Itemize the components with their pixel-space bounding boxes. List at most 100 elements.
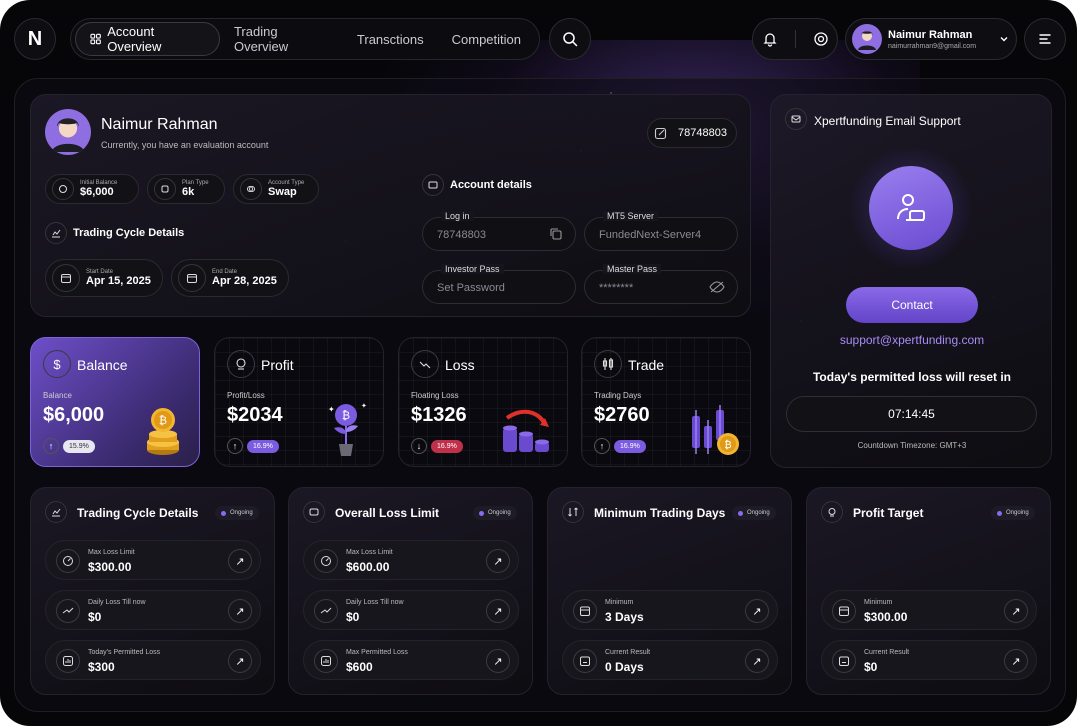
trend-icon bbox=[56, 599, 80, 623]
arrow-up-right-icon[interactable]: ↗ bbox=[486, 549, 510, 573]
date-value: Apr 28, 2025 bbox=[212, 275, 277, 287]
arrow-up-right-icon[interactable]: ↗ bbox=[486, 599, 510, 623]
divider bbox=[794, 30, 796, 48]
server-field[interactable]: MT5 Server FundedNext-Server4 bbox=[584, 211, 738, 251]
result-icon bbox=[573, 649, 597, 673]
search-button[interactable] bbox=[549, 18, 591, 60]
status-label: Ongoing bbox=[488, 510, 511, 516]
svg-text:₿: ₿ bbox=[342, 409, 350, 422]
svg-text:₿: ₿ bbox=[159, 414, 167, 427]
list-item[interactable]: Max Permitted Loss $600 ↗ bbox=[303, 640, 519, 680]
login-field[interactable]: Log in 78748803 bbox=[422, 211, 576, 251]
contact-button[interactable]: Contact bbox=[846, 287, 978, 323]
stat-pct: 15.9% bbox=[63, 439, 95, 453]
row-value: $600 bbox=[346, 660, 373, 674]
loss-card: Loss Floating Loss $1326 ↓ 16.9% bbox=[398, 337, 568, 467]
bell-icon[interactable] bbox=[762, 31, 778, 47]
stat-change: ↑ 15.9% bbox=[43, 438, 95, 454]
master-pass-field[interactable]: Master Pass ******** bbox=[584, 264, 738, 304]
list-item[interactable]: Minimum $300.00 ↗ bbox=[821, 590, 1037, 630]
copy-icon[interactable] bbox=[549, 227, 563, 241]
date-value: Apr 15, 2025 bbox=[86, 275, 151, 287]
tab-competition[interactable]: Competition bbox=[438, 22, 535, 56]
coins-falling-illustration bbox=[503, 409, 549, 452]
eye-off-icon[interactable] bbox=[709, 280, 725, 294]
list-item[interactable]: Daily Loss Till now $0 ↗ bbox=[45, 590, 261, 630]
status-badge: Ongoing bbox=[473, 506, 517, 520]
field-label: Investor Pass bbox=[441, 264, 504, 274]
arrow-up-right-icon[interactable]: ↗ bbox=[745, 599, 769, 623]
account-details-title: Account details bbox=[450, 179, 532, 191]
field-label: Master Pass bbox=[603, 264, 662, 274]
investor-pass-field[interactable]: Investor Pass Set Password bbox=[422, 264, 576, 304]
stat-change: ↓ 16.9% bbox=[411, 438, 463, 454]
row-value: $600.00 bbox=[346, 560, 390, 574]
trading-cycle-card: Trading Cycle Details Ongoing Max Loss L… bbox=[30, 487, 275, 695]
list-item[interactable]: Max Loss Limit $600.00 ↗ bbox=[303, 540, 519, 580]
arrow-up-icon: ↑ bbox=[43, 438, 59, 454]
settings-icon[interactable] bbox=[813, 31, 829, 47]
app-window: N Account Overview Trading Overview Tran… bbox=[0, 0, 1077, 726]
search-icon bbox=[563, 32, 578, 47]
arrow-up-right-icon[interactable]: ↗ bbox=[228, 549, 252, 573]
arrow-up-right-icon[interactable]: ↗ bbox=[1004, 599, 1028, 623]
row-value: $300.00 bbox=[88, 560, 132, 574]
list-item[interactable]: Current Result 0 Days ↗ bbox=[562, 640, 778, 680]
plant-coin-illustration: ₿ ✦ ✦ bbox=[328, 402, 367, 456]
support-email-link[interactable]: support@xpertfunding.com bbox=[771, 333, 1053, 347]
svg-text:✦: ✦ bbox=[328, 405, 335, 414]
stat-label: Trading Days bbox=[594, 391, 642, 400]
trade-card: Trade Trading Days $2760 ↑ 16.9% ₿ bbox=[581, 337, 751, 467]
stat-value: $1326 bbox=[411, 404, 467, 426]
tab-label: Trading Overview bbox=[233, 24, 289, 54]
account-id-badge[interactable]: 78748803 bbox=[647, 118, 737, 148]
countdown-value: 07:14:45 bbox=[888, 407, 935, 421]
user-info: Naimur Rahman naimurrahman9@gmail.com bbox=[888, 29, 992, 50]
list-item[interactable]: Max Loss Limit $300.00 ↗ bbox=[45, 540, 261, 580]
tab-trading-overview[interactable]: Trading Overview bbox=[220, 22, 343, 56]
status-label: Ongoing bbox=[747, 510, 770, 516]
chip-value: $6,000 bbox=[80, 186, 114, 198]
stat-title: Trade bbox=[628, 357, 665, 373]
arrow-up-right-icon[interactable]: ↗ bbox=[228, 599, 252, 623]
coins-illustration: ₿ bbox=[147, 408, 179, 455]
stat-title: Balance bbox=[77, 357, 128, 373]
calendar-icon bbox=[573, 599, 597, 623]
arrow-up-right-icon[interactable]: ↗ bbox=[745, 649, 769, 673]
chip-value: Swap bbox=[268, 186, 297, 198]
menu-button[interactable] bbox=[1024, 18, 1066, 60]
row-value: $0 bbox=[864, 660, 878, 674]
coin-icon bbox=[52, 178, 74, 200]
arrow-up-right-icon[interactable]: ↗ bbox=[486, 649, 510, 673]
plan-icon bbox=[154, 178, 176, 200]
profile-card: Naimur Rahman Currently, you have an eva… bbox=[30, 94, 751, 317]
profile-name: Naimur Rahman bbox=[101, 116, 218, 133]
arrow-up-right-icon[interactable]: ↗ bbox=[1004, 649, 1028, 673]
balance-card: $ Balance Balance $6,000 ↑ 15.9% ₿ bbox=[30, 337, 200, 467]
field-value: 78748803 bbox=[437, 229, 486, 241]
list-item[interactable]: Today's Permitted Loss $300 ↗ bbox=[45, 640, 261, 680]
trend-icon bbox=[314, 599, 338, 623]
row-label: Minimum bbox=[864, 599, 893, 606]
user-icon bbox=[858, 31, 876, 50]
reset-text: Today's permitted loss will reset in bbox=[812, 370, 1012, 384]
dollar-icon: $ bbox=[43, 350, 71, 378]
tab-account-overview[interactable]: Account Overview bbox=[75, 22, 220, 56]
field-value: ******** bbox=[599, 282, 634, 294]
status-dot bbox=[479, 510, 484, 516]
list-item[interactable]: Current Result $0 ↗ bbox=[821, 640, 1037, 680]
stat-value: $2034 bbox=[227, 404, 283, 426]
field-value: FundedNext-Server4 bbox=[599, 229, 702, 241]
app-logo[interactable]: N bbox=[14, 18, 56, 60]
arrow-up-right-icon[interactable]: ↗ bbox=[228, 649, 252, 673]
stat-label: Profit/Loss bbox=[227, 391, 265, 400]
tab-transactions[interactable]: Transctions bbox=[343, 22, 438, 56]
profit-card: Profit Profit/Loss $2034 ↑ 16.9% ₿ ✦ ✦ bbox=[214, 337, 384, 467]
list-item[interactable]: Minimum 3 Days ↗ bbox=[562, 590, 778, 630]
list-item[interactable]: Daily Loss Till now $0 ↗ bbox=[303, 590, 519, 630]
chip-value: 6k bbox=[182, 186, 195, 198]
account-id: 78748803 bbox=[678, 127, 727, 139]
user-menu[interactable]: Naimur Rahman naimurrahman9@gmail.com bbox=[845, 18, 1017, 60]
row-value: 3 Days bbox=[605, 610, 644, 624]
tab-label: Competition bbox=[451, 31, 521, 47]
